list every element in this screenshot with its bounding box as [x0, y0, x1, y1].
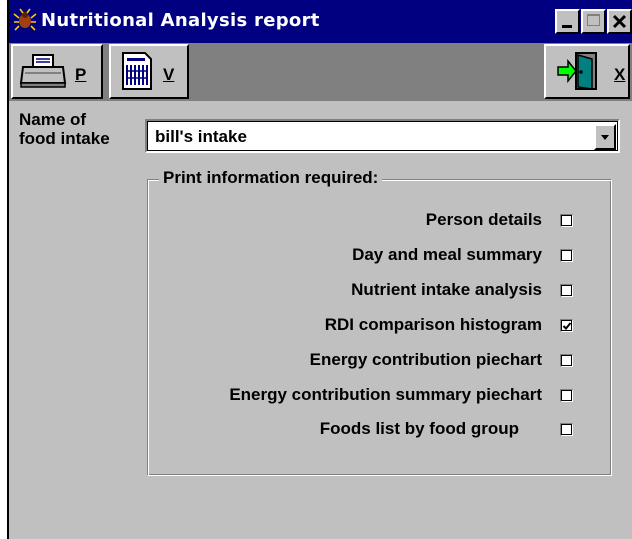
option-label-energy-piechart: Energy contribution piechart — [309, 350, 542, 369]
close-button[interactable] — [607, 9, 632, 34]
option-label-person-details: Person details — [425, 210, 542, 229]
food-intake-label: Name of food intake — [19, 110, 149, 148]
checkbox-person-details[interactable] — [560, 214, 573, 227]
checkbox-day-meal-summary[interactable] — [560, 249, 573, 262]
document-icon — [122, 52, 152, 90]
toolbar: P V X — [9, 43, 632, 101]
close-icon — [612, 14, 627, 29]
view-button[interactable]: V — [109, 44, 189, 99]
option-label-day-meal-summary: Day and meal summary — [352, 245, 542, 264]
printer-icon — [19, 54, 67, 88]
exit-button[interactable]: X — [544, 44, 630, 99]
window-title: Nutritional Analysis report — [41, 10, 320, 31]
option-label-rdi-histogram: RDI comparison histogram — [324, 315, 542, 334]
food-intake-label-line1: Name of — [19, 110, 87, 129]
check-mark-icon — [562, 322, 572, 330]
print-button[interactable]: P — [11, 44, 103, 99]
food-intake-select[interactable]: bill's intake — [145, 119, 620, 153]
option-label-foods-by-group: Foods list by food group — [319, 419, 519, 438]
report-window: Nutritional Analysis report P V X Name o… — [7, 0, 632, 539]
maximize-button[interactable] — [581, 9, 606, 34]
chevron-down-icon — [601, 135, 609, 140]
checkbox-nutrient-intake[interactable] — [560, 284, 573, 297]
option-label-nutrient-intake: Nutrient intake analysis — [351, 280, 542, 299]
view-shortcut-key: V — [163, 65, 175, 84]
print-shortcut-key: P — [75, 65, 87, 84]
checkbox-energy-piechart[interactable] — [560, 354, 573, 367]
print-options-title: Print information required: — [159, 168, 383, 188]
option-label-energy-summary-piechart: Energy contribution summary piechart — [229, 385, 542, 404]
minimize-button[interactable] — [555, 9, 580, 34]
title-bar[interactable]: Nutritional Analysis report — [9, 0, 632, 43]
checkbox-energy-summary-piechart[interactable] — [560, 389, 573, 402]
exit-door-icon — [557, 52, 597, 90]
checkbox-rdi-histogram[interactable] — [560, 319, 573, 332]
checkbox-foods-by-group[interactable] — [560, 423, 573, 436]
dropdown-button[interactable] — [594, 124, 616, 150]
food-intake-label-line2: food intake — [19, 129, 110, 148]
maximize-icon — [587, 14, 600, 26]
bug-icon — [13, 8, 37, 31]
minimize-icon — [562, 25, 572, 28]
exit-shortcut-key: X — [614, 65, 626, 84]
food-intake-value: bill's intake — [155, 127, 247, 146]
